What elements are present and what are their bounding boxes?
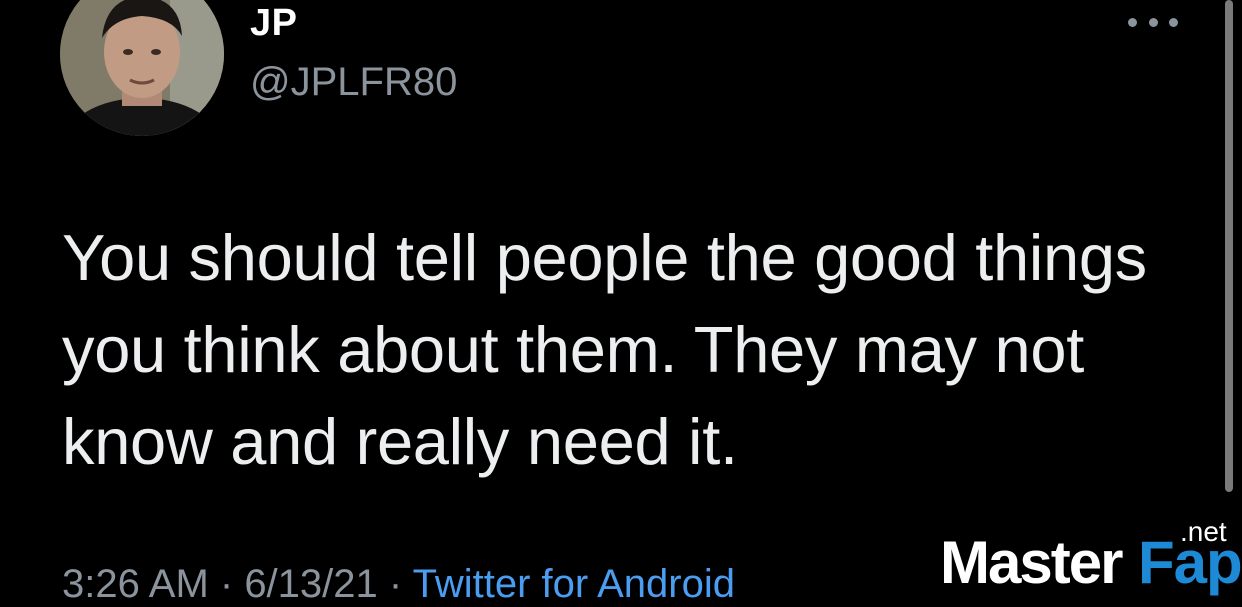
meta-separator: · (377, 562, 413, 606)
avatar[interactable] (60, 0, 224, 136)
more-horizontal-icon (1169, 17, 1178, 27)
watermark-part2: Fap (1138, 529, 1242, 596)
more-options-button[interactable] (1128, 14, 1178, 30)
avatar-photo (60, 0, 224, 136)
author-name[interactable]: JP (250, 2, 297, 45)
tweet-card: JP @JPLFR80 You should tell people the g… (0, 0, 1242, 606)
tweet-time[interactable]: 3:26 AM (62, 562, 209, 606)
author-handle[interactable]: @JPLFR80 (250, 60, 457, 105)
tweet-date[interactable]: 6/13/21 (244, 562, 377, 606)
tweet-meta: 3:26 AM · 6/13/21 · Twitter for Android (62, 562, 735, 607)
watermark-logo: .net Master Fap (940, 516, 1242, 596)
scrollbar[interactable] (1225, 0, 1233, 492)
tweet-source-link[interactable]: Twitter for Android (413, 562, 735, 606)
more-horizontal-icon (1128, 17, 1137, 27)
watermark-part1: Master (940, 529, 1123, 596)
meta-separator: · (208, 562, 245, 606)
more-horizontal-icon (1148, 17, 1158, 27)
tweet-text: You should tell people the good things y… (62, 221, 1147, 478)
